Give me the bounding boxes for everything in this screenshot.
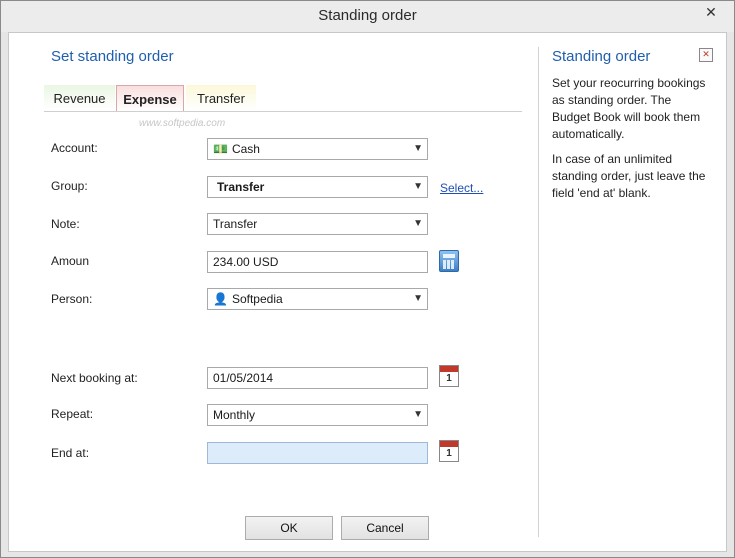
end-at-label: End at: — [51, 446, 90, 460]
help-paragraph: Set your reocurring bookings as standing… — [552, 76, 706, 141]
repeat-combo[interactable]: Monthly ▼ — [207, 404, 428, 426]
window-close-button[interactable]: ✕ — [696, 1, 726, 23]
person-value: Softpedia — [231, 292, 283, 306]
tab-transfer[interactable]: Transfer — [186, 85, 256, 110]
close-help-icon[interactable]: ✕ — [699, 48, 713, 62]
window-title: Standing order — [318, 7, 417, 24]
pane-divider — [538, 47, 539, 537]
chevron-down-icon: ▼ — [413, 181, 423, 192]
repeat-value: Monthly — [213, 408, 256, 422]
person-combo[interactable]: 👤 Softpedia ▼ — [207, 288, 428, 310]
help-paragraph: In case of an unlimited standing order, … — [552, 152, 706, 200]
dialog-window: Standing order ✕ Set standing order Reve… — [0, 0, 735, 558]
chevron-down-icon: ▼ — [413, 409, 423, 420]
chevron-down-icon: ▼ — [413, 218, 423, 229]
group-label: Group: — [51, 179, 88, 193]
booking-type-tabs: Revenue Expense Transfer — [44, 85, 522, 112]
section-title: Set standing order — [51, 48, 174, 65]
chevron-down-icon: ▼ — [413, 293, 423, 304]
group-value: Transfer — [217, 180, 265, 194]
calendar-icon[interactable]: 1 — [439, 365, 459, 387]
watermark: www.softpedia.com — [139, 118, 226, 129]
end-at-field[interactable] — [207, 442, 428, 464]
help-title: Standing order — [552, 48, 651, 65]
title-bar: Standing order ✕ — [1, 1, 734, 32]
dialog-content: Set standing order Revenue Expense Trans… — [8, 32, 727, 552]
account-label: Account: — [51, 141, 98, 155]
account-value: Cash — [231, 142, 260, 156]
chevron-down-icon: ▼ — [413, 143, 423, 154]
note-value: Transfer — [213, 217, 258, 231]
cancel-button[interactable]: Cancel — [341, 516, 429, 540]
person-label: Person: — [51, 292, 93, 306]
tab-revenue[interactable]: Revenue — [44, 85, 115, 110]
amount-label: Amoun — [51, 254, 90, 268]
account-combo[interactable]: 💵 Cash ▼ — [207, 138, 428, 160]
select-group-link[interactable]: Select... — [440, 181, 483, 195]
person-icon: 👤 — [213, 292, 228, 306]
note-label: Note: — [51, 217, 80, 231]
money-icon: 💵 — [213, 142, 228, 156]
ok-button[interactable]: OK — [245, 516, 333, 540]
tab-expense[interactable]: Expense — [116, 85, 184, 111]
next-booking-label: Next booking at: — [51, 371, 138, 385]
repeat-label: Repeat: — [51, 407, 94, 421]
calendar-icon[interactable]: 1 — [439, 440, 459, 462]
amount-field[interactable]: 234.00 USD — [207, 251, 428, 273]
group-combo[interactable]: Transfer ▼ — [207, 176, 428, 198]
next-booking-field[interactable]: 01/05/2014 — [207, 367, 428, 389]
note-combo[interactable]: Transfer ▼ — [207, 213, 428, 235]
calculator-icon[interactable] — [439, 250, 459, 272]
